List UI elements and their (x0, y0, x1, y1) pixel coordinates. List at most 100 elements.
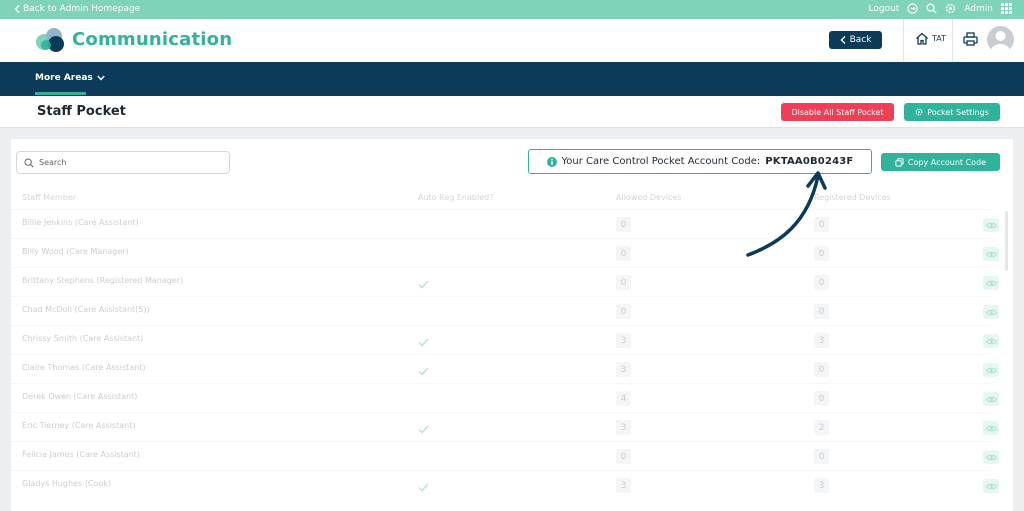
table-row: Claire Thomas (Care Assistant) 3 0 (11, 354, 999, 383)
user-silhouette-icon (990, 31, 1011, 53)
nav-more-areas-label: More Areas (35, 73, 93, 83)
home-icon (916, 32, 928, 45)
table-row: Felicia James (Care Assistant) 0 0 (11, 441, 999, 470)
logout-link[interactable]: Logout (868, 4, 899, 14)
search-icon (24, 158, 34, 168)
scrollbar[interactable] (1005, 211, 1008, 271)
allowed-devices-count: 3 (616, 362, 631, 377)
view-devices-button[interactable] (983, 276, 999, 290)
eye-icon (985, 454, 997, 460)
grid-icon[interactable] (1001, 3, 1012, 14)
eye-icon (985, 483, 997, 489)
eye-icon (985, 338, 997, 344)
app-title: Communication (72, 29, 233, 50)
account-code-label: Your Care Control Pocket Account Code: (561, 156, 761, 167)
registered-devices-count: 3 (814, 333, 829, 348)
pocket-settings-button[interactable]: Pocket Settings (904, 103, 1000, 121)
view-devices-button[interactable] (983, 247, 999, 261)
registered-devices-count: 0 (814, 362, 829, 377)
page-title: Staff Pocket (37, 104, 126, 119)
staff-member-name: Billie Jenkins (Care Assistant) (22, 218, 139, 227)
table-row: Billy Wood (Care Manager) 0 0 (11, 238, 999, 267)
view-devices-button[interactable] (983, 450, 999, 464)
back-button[interactable]: Back (829, 31, 882, 49)
check-icon (418, 274, 429, 293)
view-devices-button[interactable] (983, 218, 999, 232)
view-devices-button[interactable] (983, 334, 999, 348)
staff-member-name: Derek Owen (Care Assistant) (22, 392, 138, 401)
chevron-left-icon (840, 36, 846, 44)
table-row: Derek Owen (Care Assistant) 4 0 (11, 383, 999, 412)
avatar[interactable] (987, 26, 1014, 53)
allowed-devices-count: 3 (616, 333, 631, 348)
column-header-registered-devices: Registered Devices (814, 193, 891, 202)
table-row: Chad McDoll (Care Assistant(5)) 0 0 (11, 296, 999, 325)
eye-icon (985, 396, 997, 402)
registered-devices-count: 0 (814, 246, 829, 261)
copy-account-code-label: Copy Account Code (907, 157, 987, 167)
staff-member-name: Claire Thomas (Care Assistant) (22, 363, 146, 372)
communication-logo (36, 28, 64, 52)
allowed-devices-count: 0 (616, 246, 631, 261)
logout-icon[interactable] (907, 3, 918, 14)
header-divider (903, 19, 904, 62)
account-code-value: PKTAA0B0243F (765, 156, 854, 167)
view-devices-button[interactable] (983, 392, 999, 406)
home-link[interactable]: TAT (915, 32, 946, 45)
header-divider (952, 19, 953, 62)
gear-icon[interactable] (945, 3, 956, 14)
info-icon (546, 156, 557, 167)
copy-account-code-button[interactable]: Copy Account Code (881, 153, 1000, 171)
registered-devices-count: 0 (814, 275, 829, 290)
column-header-staff-member: Staff Member (22, 193, 77, 202)
registered-devices-count: 2 (814, 420, 829, 435)
eye-icon (985, 425, 997, 431)
disable-all-staff-pocket-button[interactable]: Disable All Staff Pocket (781, 103, 894, 121)
search-input[interactable] (39, 154, 224, 171)
back-to-admin-link[interactable]: Back to Admin Homepage (14, 4, 140, 14)
top-bar: Back to Admin Homepage Logout Admin (0, 0, 1024, 19)
staff-member-name: Chrissy Smith (Care Assistant) (22, 334, 144, 343)
allowed-devices-count: 0 (616, 217, 631, 232)
view-devices-button[interactable] (983, 305, 999, 319)
allowed-devices-count: 0 (616, 449, 631, 464)
allowed-devices-count: 0 (616, 304, 631, 319)
allowed-devices-count: 4 (616, 391, 631, 406)
eye-icon (985, 280, 997, 286)
staff-member-name: Eric Tierney (Care Assistant) (22, 421, 136, 430)
check-icon (418, 332, 429, 351)
check-icon (418, 361, 429, 380)
table-row: Chrissy Smith (Care Assistant) 3 3 (11, 325, 999, 354)
table-row: Billie Jenkins (Care Assistant) 0 0 (11, 209, 999, 238)
nav-more-areas[interactable]: More Areas (35, 73, 105, 83)
column-header-allowed-devices: Allowed Devices (616, 193, 682, 202)
eye-icon (985, 367, 997, 373)
home-label: TAT (932, 34, 947, 43)
search-icon[interactable] (926, 3, 937, 14)
chevron-down-icon (97, 75, 105, 81)
check-icon (418, 419, 429, 438)
allowed-devices-count: 3 (616, 420, 631, 435)
top-bar-actions: Logout Admin (868, 3, 1012, 14)
eye-icon (985, 309, 997, 315)
printer-icon[interactable] (963, 32, 978, 46)
staff-member-name: Gladys Hughes (Cook) (22, 479, 111, 488)
staff-member-name: Billy Wood (Care Manager) (22, 247, 129, 256)
allowed-devices-count: 3 (616, 478, 631, 493)
main-nav: More Areas (0, 62, 1024, 96)
admin-user-label[interactable]: Admin (964, 4, 993, 14)
view-devices-button[interactable] (983, 421, 999, 435)
view-devices-button[interactable] (983, 363, 999, 377)
page-title-bar: Staff Pocket Disable All Staff Pocket Po… (0, 96, 1024, 128)
registered-devices-count: 3 (814, 478, 829, 493)
gear-icon (915, 108, 923, 116)
table-row: Gladys Hughes (Cook) 3 3 (11, 470, 999, 499)
active-nav-indicator (35, 92, 86, 95)
registered-devices-count: 0 (814, 217, 829, 232)
app-header: Communication Back TAT (0, 19, 1024, 62)
back-button-label: Back (849, 35, 872, 45)
view-devices-button[interactable] (983, 479, 999, 493)
registered-devices-count: 0 (814, 391, 829, 406)
account-code-box: Your Care Control Pocket Account Code: P… (528, 149, 872, 174)
chevron-left-icon (14, 5, 20, 13)
